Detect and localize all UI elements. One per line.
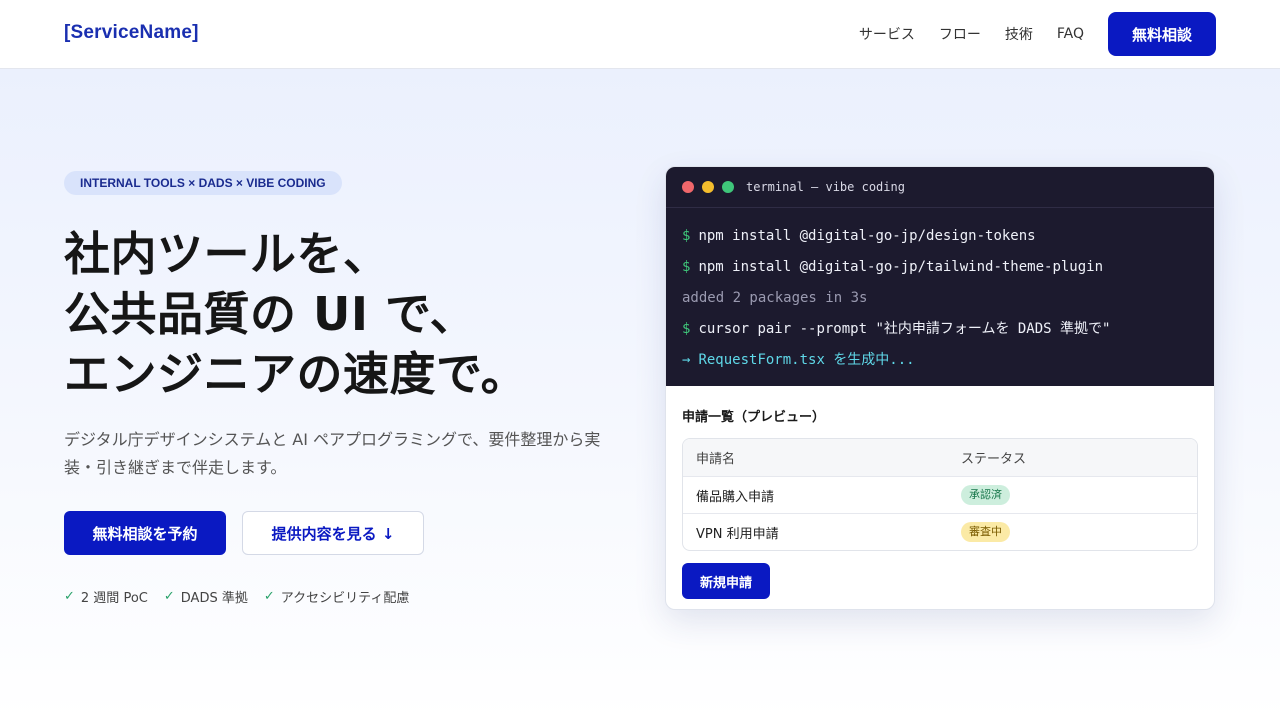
terminal-line: $ npm install @digital-go-jp/tailwind-the… [682,256,1198,287]
hero-title-line: エンジニアの速度で。 [64,347,528,401]
book-consult-button[interactable]: 無料相談を予約 [64,511,226,555]
header-consult-button[interactable]: 無料相談 [1107,12,1216,56]
terminal-output: $ npm install @digital-go-jp/design-token… [666,208,1214,380]
hero-description: デジタル庁デザインシステムと AI ペアプログラミングで、要件整理から実装・引き… [64,430,601,477]
prompt-symbol: $ [682,228,691,244]
table-row[interactable]: VPN 利用申請 審査中 [683,513,1197,550]
command-text: cursor pair --prompt "社内申請フォームを DADS 準拠で… [698,321,1111,337]
request-name: 備品購入申請 [696,489,775,505]
site-header: [ServiceName] サービス フロー 技術 FAQ 無料相談 [0,0,1280,69]
request-name: VPN 利用申請 [696,526,779,542]
preview-title: 申請一覧（プレビュー） [682,410,826,425]
check-icon: ✓ [163,589,175,604]
command-text: npm install @digital-go-jp/tailwind-them… [698,259,1104,275]
close-dot-icon [682,181,694,193]
table-row[interactable]: 備品購入申請 承認済 [683,476,1197,513]
check-label: 2 週間 PoC [80,591,148,606]
check-item: ✓ アクセシビリティ配慮 [264,587,409,606]
terminal-title: terminal — vibe coding [746,180,905,194]
view-offerings-button[interactable]: 提供内容を見る ↓ [242,511,424,555]
new-request-button[interactable]: 新規申請 [682,563,770,599]
check-label: DADS 準拠 [180,591,248,606]
minimize-dot-icon [702,181,714,193]
check-item: ✓ DADS 準拠 [164,587,248,606]
check-item: ✓ 2 週間 PoC [64,587,148,606]
arrow-right-icon: → [682,352,691,368]
nav-link-flow[interactable]: フロー [939,24,981,44]
hero-title: 社内ツールを、 公共品質の UI で、 エンジニアの速度で。 [64,224,624,404]
nav-link-faq[interactable]: FAQ [1057,26,1084,42]
output-text: RequestForm.tsx を生成中... [698,352,915,368]
status-badge: 承認済 [961,485,1010,505]
nav-link-tech[interactable]: 技術 [1005,24,1033,44]
preview-panel: 申請一覧（プレビュー） 申請名 ステータス 備品購入申請 承認済 VPN 利用申… [666,386,1214,599]
terminal-line: $ cursor pair --prompt "社内申請フォームを DADS 準拠… [682,318,1198,349]
demo-card: terminal — vibe coding $ npm install @dig… [665,166,1215,610]
terminal-line: → RequestForm.tsx を生成中... [682,349,1198,380]
hero-title-line: 社内ツールを、 [64,227,390,281]
hero-title-line: 公共品質の UI で、 [64,287,477,341]
maximize-dot-icon [722,181,734,193]
brand-logo[interactable]: [ServiceName] [64,22,199,44]
hero-badge: INTERNAL TOOLS × DADS × VIBE CODING [64,171,342,195]
command-text: npm install @digital-go-jp/design-tokens [698,228,1036,244]
check-label: アクセシビリティ配慮 [280,591,410,606]
feature-checks: ✓ 2 週間 PoC ✓ DADS 準拠 ✓ アクセシビリティ配慮 [64,587,425,606]
terminal-titlebar: terminal — vibe coding [666,167,1214,208]
prompt-symbol: $ [682,259,691,275]
terminal-window: terminal — vibe coding $ npm install @dig… [666,167,1214,386]
check-icon: ✓ [64,589,75,604]
column-header-status: ステータス [961,452,1027,467]
main-nav: サービス フロー 技術 FAQ 無料相談 [859,12,1216,56]
column-header-name: 申請名 [696,452,736,467]
request-table: 申請名 ステータス 備品購入申請 承認済 VPN 利用申請 審査中 [682,438,1198,551]
check-icon: ✓ [263,589,275,604]
terminal-line: $ npm install @digital-go-jp/design-token… [682,225,1198,256]
nav-link-services[interactable]: サービス [859,24,915,44]
status-badge: 審査中 [961,522,1010,542]
prompt-symbol: $ [682,321,691,337]
output-text: added 2 packages in 3s [682,290,868,306]
table-header: 申請名 ステータス [683,439,1197,476]
terminal-line: added 2 packages in 3s [682,287,1198,318]
